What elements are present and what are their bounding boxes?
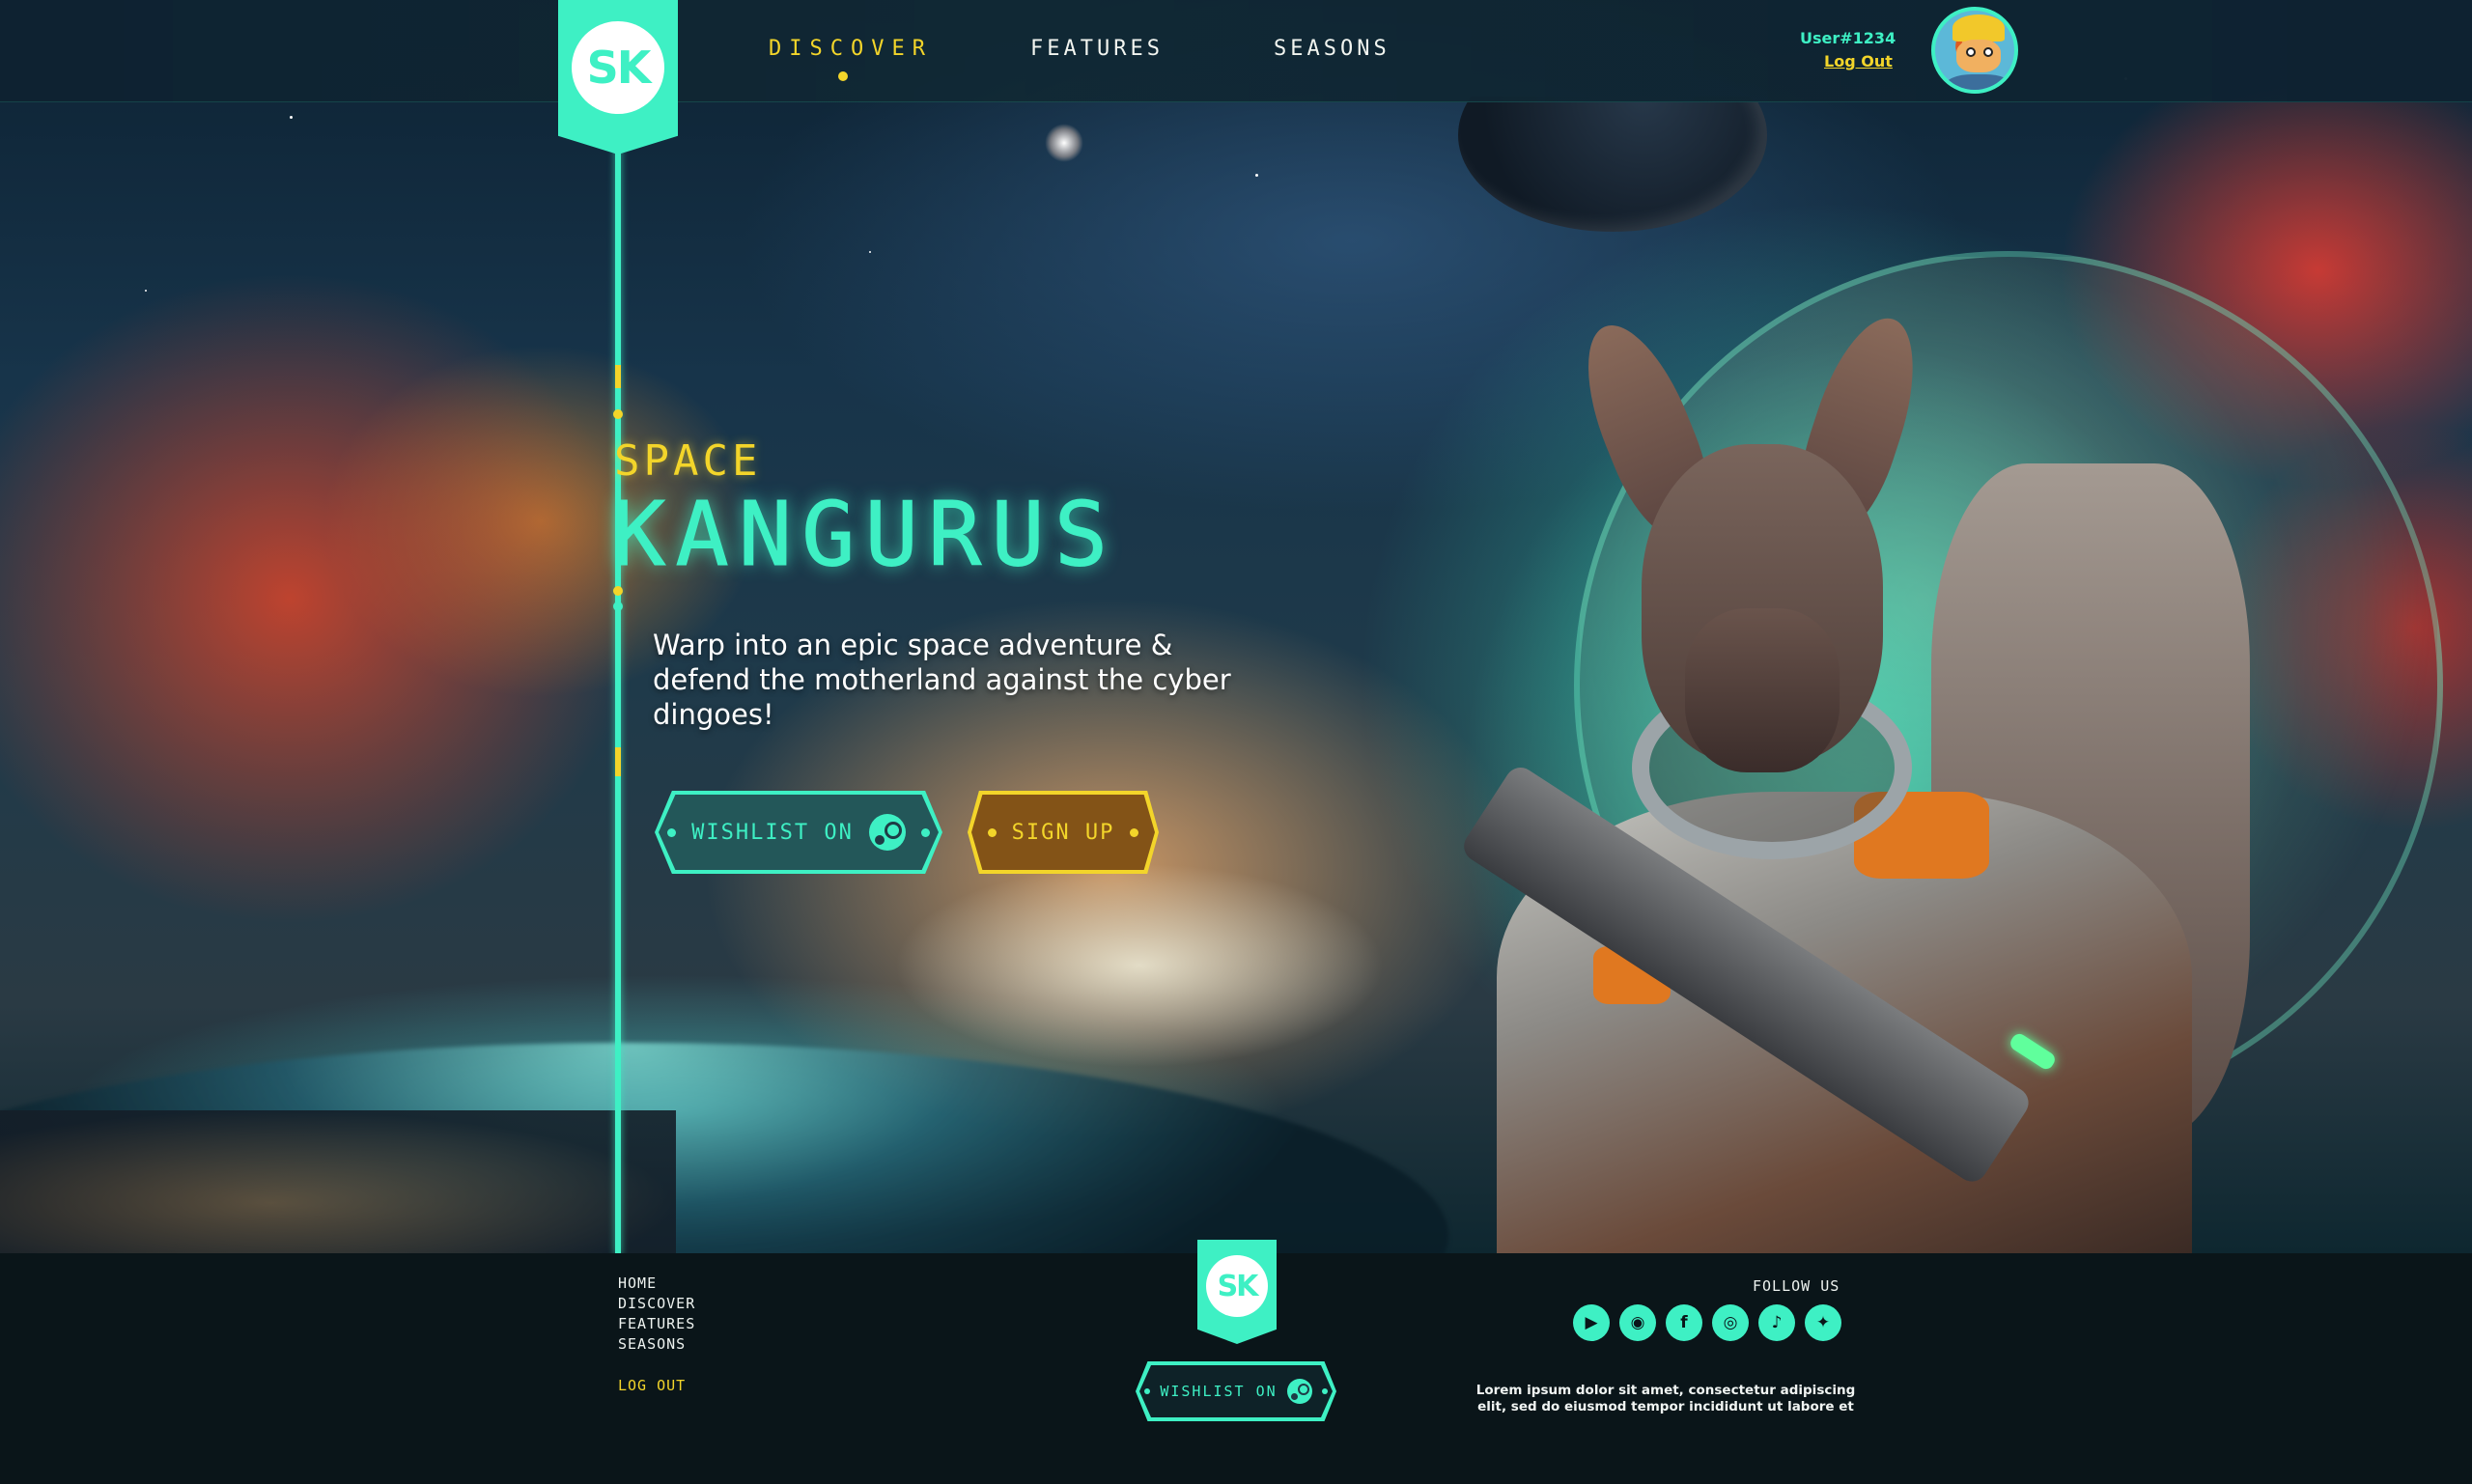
- nav-discover[interactable]: DISCOVER: [769, 37, 933, 61]
- wishlist-button[interactable]: WISHLIST ON: [655, 791, 942, 874]
- steam-icon: [1286, 1379, 1312, 1404]
- title-small: SPACE: [614, 436, 762, 486]
- accent-dot: [613, 602, 623, 611]
- signup-label: SIGN UP: [1011, 820, 1115, 845]
- logo-circle: SK: [1206, 1255, 1268, 1317]
- avatar-eye: [1983, 47, 1993, 57]
- footer-wishlist-button[interactable]: WISHLIST ON: [1136, 1361, 1336, 1421]
- twitter-icon[interactable]: ✦: [1805, 1304, 1841, 1341]
- avatar-face: [1956, 40, 2001, 72]
- avatar-hair: [1952, 14, 2005, 42]
- user-name: User#1234: [1800, 29, 1896, 47]
- star: [290, 116, 293, 119]
- accent-dot: [613, 409, 623, 419]
- button-dot: [987, 827, 997, 837]
- button-dot: [667, 827, 677, 837]
- hero-background: [0, 0, 2472, 1253]
- tiktok-icon[interactable]: ♪: [1758, 1304, 1795, 1341]
- footer-link-home[interactable]: HOME: [618, 1274, 657, 1292]
- discord-icon[interactable]: ◉: [1619, 1304, 1656, 1341]
- button-dot: [920, 827, 930, 837]
- button-dot: [1321, 1388, 1328, 1394]
- cloud-ground: [0, 1110, 676, 1253]
- footer-link-seasons[interactable]: SEASONS: [618, 1335, 686, 1353]
- kangaroo-snout: [1685, 608, 1840, 772]
- page-title: KANGURUS: [611, 483, 1118, 587]
- button-dot: [1130, 827, 1139, 837]
- lorem-line: elit, sed do eiusmod tempor incididunt u…: [1477, 1399, 1854, 1414]
- logo-text: SK: [586, 42, 652, 94]
- accent-dot: [613, 586, 623, 596]
- footer-link-discover[interactable]: DISCOVER: [618, 1295, 695, 1312]
- star: [1255, 174, 1258, 177]
- signup-button[interactable]: SIGN UP: [968, 791, 1159, 874]
- steam-icon: [868, 814, 906, 851]
- active-indicator-dot: [838, 71, 848, 81]
- footer-link-features[interactable]: FEATURES: [618, 1315, 695, 1332]
- nav-features[interactable]: FEATURES: [1030, 37, 1164, 61]
- top-navbar: DISCOVER FEATURES SEASONS User#1234 Log …: [0, 0, 2472, 102]
- logout-link[interactable]: Log Out: [1824, 52, 1893, 70]
- accent-bar-yellow: [615, 365, 621, 388]
- facebook-icon[interactable]: f: [1666, 1304, 1702, 1341]
- bright-star: [1045, 124, 1083, 162]
- accent-bar-yellow: [615, 747, 621, 776]
- logo-circle: SK: [572, 21, 664, 114]
- instagram-icon[interactable]: ◎: [1712, 1304, 1749, 1341]
- footer-lorem-text: Lorem ipsum dolor sit amet, consectetur …: [1468, 1383, 1864, 1415]
- button-dot: [1144, 1388, 1151, 1394]
- wishlist-label: WISHLIST ON: [691, 820, 854, 845]
- nav-seasons[interactable]: SEASONS: [1274, 37, 1390, 61]
- footer-logo-badge[interactable]: SK: [1197, 1240, 1277, 1344]
- wishlist-label: WISHLIST ON: [1160, 1383, 1278, 1400]
- avatar-shirt: [1945, 74, 2012, 90]
- footer-logout-link[interactable]: LOG OUT: [618, 1377, 686, 1394]
- tagline: Warp into an epic space adventure & defe…: [653, 629, 1231, 731]
- youtube-icon[interactable]: ▶: [1573, 1304, 1610, 1341]
- kangaroo-astronaut-illustration: [1313, 290, 2375, 1253]
- lorem-line: Lorem ipsum dolor sit amet, consectetur …: [1475, 1383, 1856, 1398]
- star: [145, 290, 147, 292]
- avatar-eye: [1966, 47, 1976, 57]
- star: [869, 251, 871, 253]
- logo-text: SK: [1217, 1269, 1259, 1303]
- avatar[interactable]: [1931, 7, 2018, 94]
- logo-badge[interactable]: SK: [558, 0, 678, 154]
- vertical-accent-line: [615, 145, 621, 1255]
- follow-label: FOLLOW US: [1753, 1277, 1840, 1295]
